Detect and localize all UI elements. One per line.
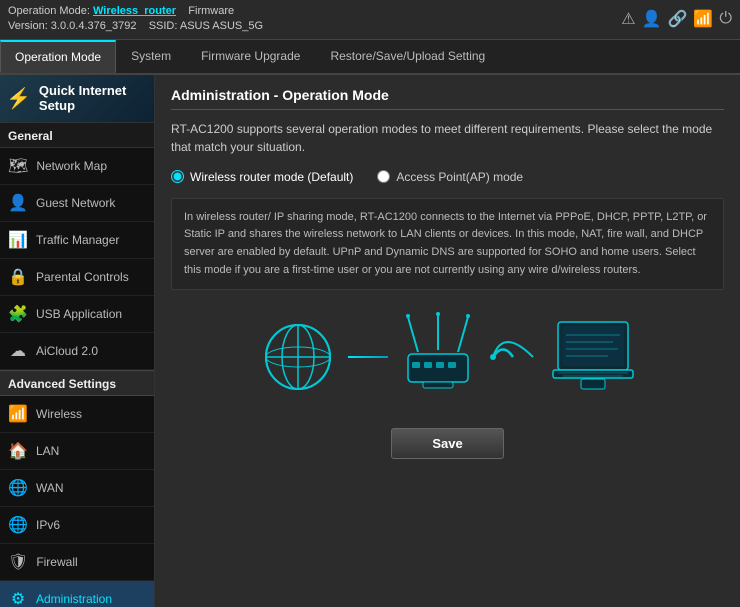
network-map-icon: 🗺	[8, 156, 28, 176]
router-svg	[398, 312, 478, 402]
sidebar-label-traffic-manager: Traffic Manager	[36, 233, 119, 247]
tab-operation-mode[interactable]: Operation Mode	[0, 40, 116, 73]
save-button[interactable]: Save	[391, 428, 503, 459]
wan-icon: 🌐	[8, 478, 28, 498]
sidebar-item-guest-network[interactable]: 👤 Guest Network	[0, 185, 154, 222]
wireless-icon: 📶	[8, 404, 28, 424]
sidebar-label-firewall: Firewall	[36, 555, 77, 569]
sidebar-item-wireless[interactable]: 📶 Wireless	[0, 396, 154, 433]
content-title: Administration - Operation Mode	[171, 87, 724, 110]
top-bar-info: Operation Mode: Wireless_router Firmware…	[8, 4, 263, 35]
sidebar-item-network-map[interactable]: 🗺 Network Map	[0, 148, 154, 185]
sidebar-label-network-map: Network Map	[36, 159, 107, 173]
quick-setup-label: Quick Internet Setup	[39, 83, 148, 114]
content-description: RT-AC1200 supports several operation mod…	[171, 120, 724, 156]
tab-firmware-upgrade[interactable]: Firmware Upgrade	[186, 40, 315, 72]
firewall-icon: 🛡	[8, 552, 28, 572]
sidebar-label-administration: Administration	[36, 592, 112, 606]
quick-setup-icon: ⚡	[6, 86, 31, 111]
radio-access-point-label: Access Point(AP) mode	[396, 170, 523, 184]
version-label: Version: 3.0.0.4.376_3792	[8, 20, 136, 32]
sidebar-label-parental-controls: Parental Controls	[36, 270, 129, 284]
sidebar-quick-setup[interactable]: ⚡ Quick Internet Setup	[0, 75, 154, 123]
ipv6-icon: 🌐	[8, 515, 28, 535]
sidebar-item-administration[interactable]: ⚙ Administration	[0, 581, 154, 607]
sidebar-item-usb-application[interactable]: 🧩 USB Application	[0, 296, 154, 333]
power-icon[interactable]: ⏻	[719, 10, 732, 28]
sidebar-label-wireless: Wireless	[36, 407, 82, 421]
sidebar-item-firewall[interactable]: 🛡 Firewall	[0, 544, 154, 581]
user-icon[interactable]: 👤	[642, 9, 662, 29]
parental-controls-icon: 🔒	[8, 267, 28, 287]
sidebar-label-usb-application: USB Application	[36, 307, 122, 321]
sidebar-item-aicloud[interactable]: ☁ AiCloud 2.0	[0, 333, 154, 370]
usb-application-icon: 🧩	[8, 304, 28, 324]
guest-network-icon: 👤	[8, 193, 28, 213]
sidebar-item-traffic-manager[interactable]: 📊 Traffic Manager	[0, 222, 154, 259]
connector-1	[348, 356, 388, 358]
radio-wireless-router[interactable]: Wireless router mode (Default)	[171, 170, 353, 184]
tab-restore-save[interactable]: Restore/Save/Upload Setting	[315, 40, 500, 72]
lan-icon: 🏠	[8, 441, 28, 461]
tab-system[interactable]: System	[116, 40, 186, 72]
sidebar-label-guest-network: Guest Network	[36, 196, 115, 210]
network-diagram	[171, 302, 724, 412]
sidebar-label-aicloud: AiCloud 2.0	[36, 344, 98, 358]
globe-svg	[258, 317, 338, 397]
radio-access-point-input[interactable]	[377, 170, 390, 183]
mode-value[interactable]: Wireless_router	[93, 5, 176, 17]
sidebar-advanced-label: Advanced Settings	[0, 370, 154, 396]
network-icon[interactable]: 🔗	[668, 9, 688, 29]
sidebar-label-ipv6: IPv6	[36, 518, 60, 532]
wifi-status-icon[interactable]: 📶	[693, 9, 713, 29]
sidebar-general-label: General	[0, 123, 154, 148]
sidebar-item-wan[interactable]: 🌐 WAN	[0, 470, 154, 507]
sidebar-item-lan[interactable]: 🏠 LAN	[0, 433, 154, 470]
radio-group-mode: Wireless router mode (Default) Access Po…	[171, 170, 724, 184]
mode-label: Operation Mode:	[8, 5, 90, 17]
sidebar-label-wan: WAN	[36, 481, 64, 495]
sidebar-item-parental-controls[interactable]: 🔒 Parental Controls	[0, 259, 154, 296]
mode-description: In wireless router/ IP sharing mode, RT-…	[171, 198, 724, 290]
alert-icon[interactable]: ⚠	[621, 9, 635, 29]
header-tabs: Operation Mode System Firmware Upgrade R…	[0, 40, 740, 75]
main-layout: ⚡ Quick Internet Setup General 🗺 Network…	[0, 75, 740, 607]
laptop-svg	[548, 317, 638, 397]
radio-access-point[interactable]: Access Point(AP) mode	[377, 170, 523, 184]
administration-icon: ⚙	[8, 589, 28, 607]
save-button-wrapper: Save	[171, 428, 724, 459]
aicloud-icon: ☁	[8, 341, 28, 361]
ssid-label: SSID: ASUS ASUS_5G	[149, 20, 263, 32]
sidebar-label-lan: LAN	[36, 444, 59, 458]
sidebar-item-ipv6[interactable]: 🌐 IPv6	[0, 507, 154, 544]
content-area: Administration - Operation Mode RT-AC120…	[155, 75, 740, 607]
top-bar-icons: ⚠ 👤 🔗 📶 ⏻	[621, 9, 732, 29]
traffic-manager-icon: 📊	[8, 230, 28, 250]
radio-wireless-router-input[interactable]	[171, 170, 184, 183]
firmware-label: Firmware	[188, 5, 234, 17]
top-bar: Operation Mode: Wireless_router Firmware…	[0, 0, 740, 40]
radio-wireless-router-label: Wireless router mode (Default)	[190, 170, 353, 184]
sidebar: ⚡ Quick Internet Setup General 🗺 Network…	[0, 75, 155, 607]
wifi-waves-svg	[488, 322, 538, 392]
